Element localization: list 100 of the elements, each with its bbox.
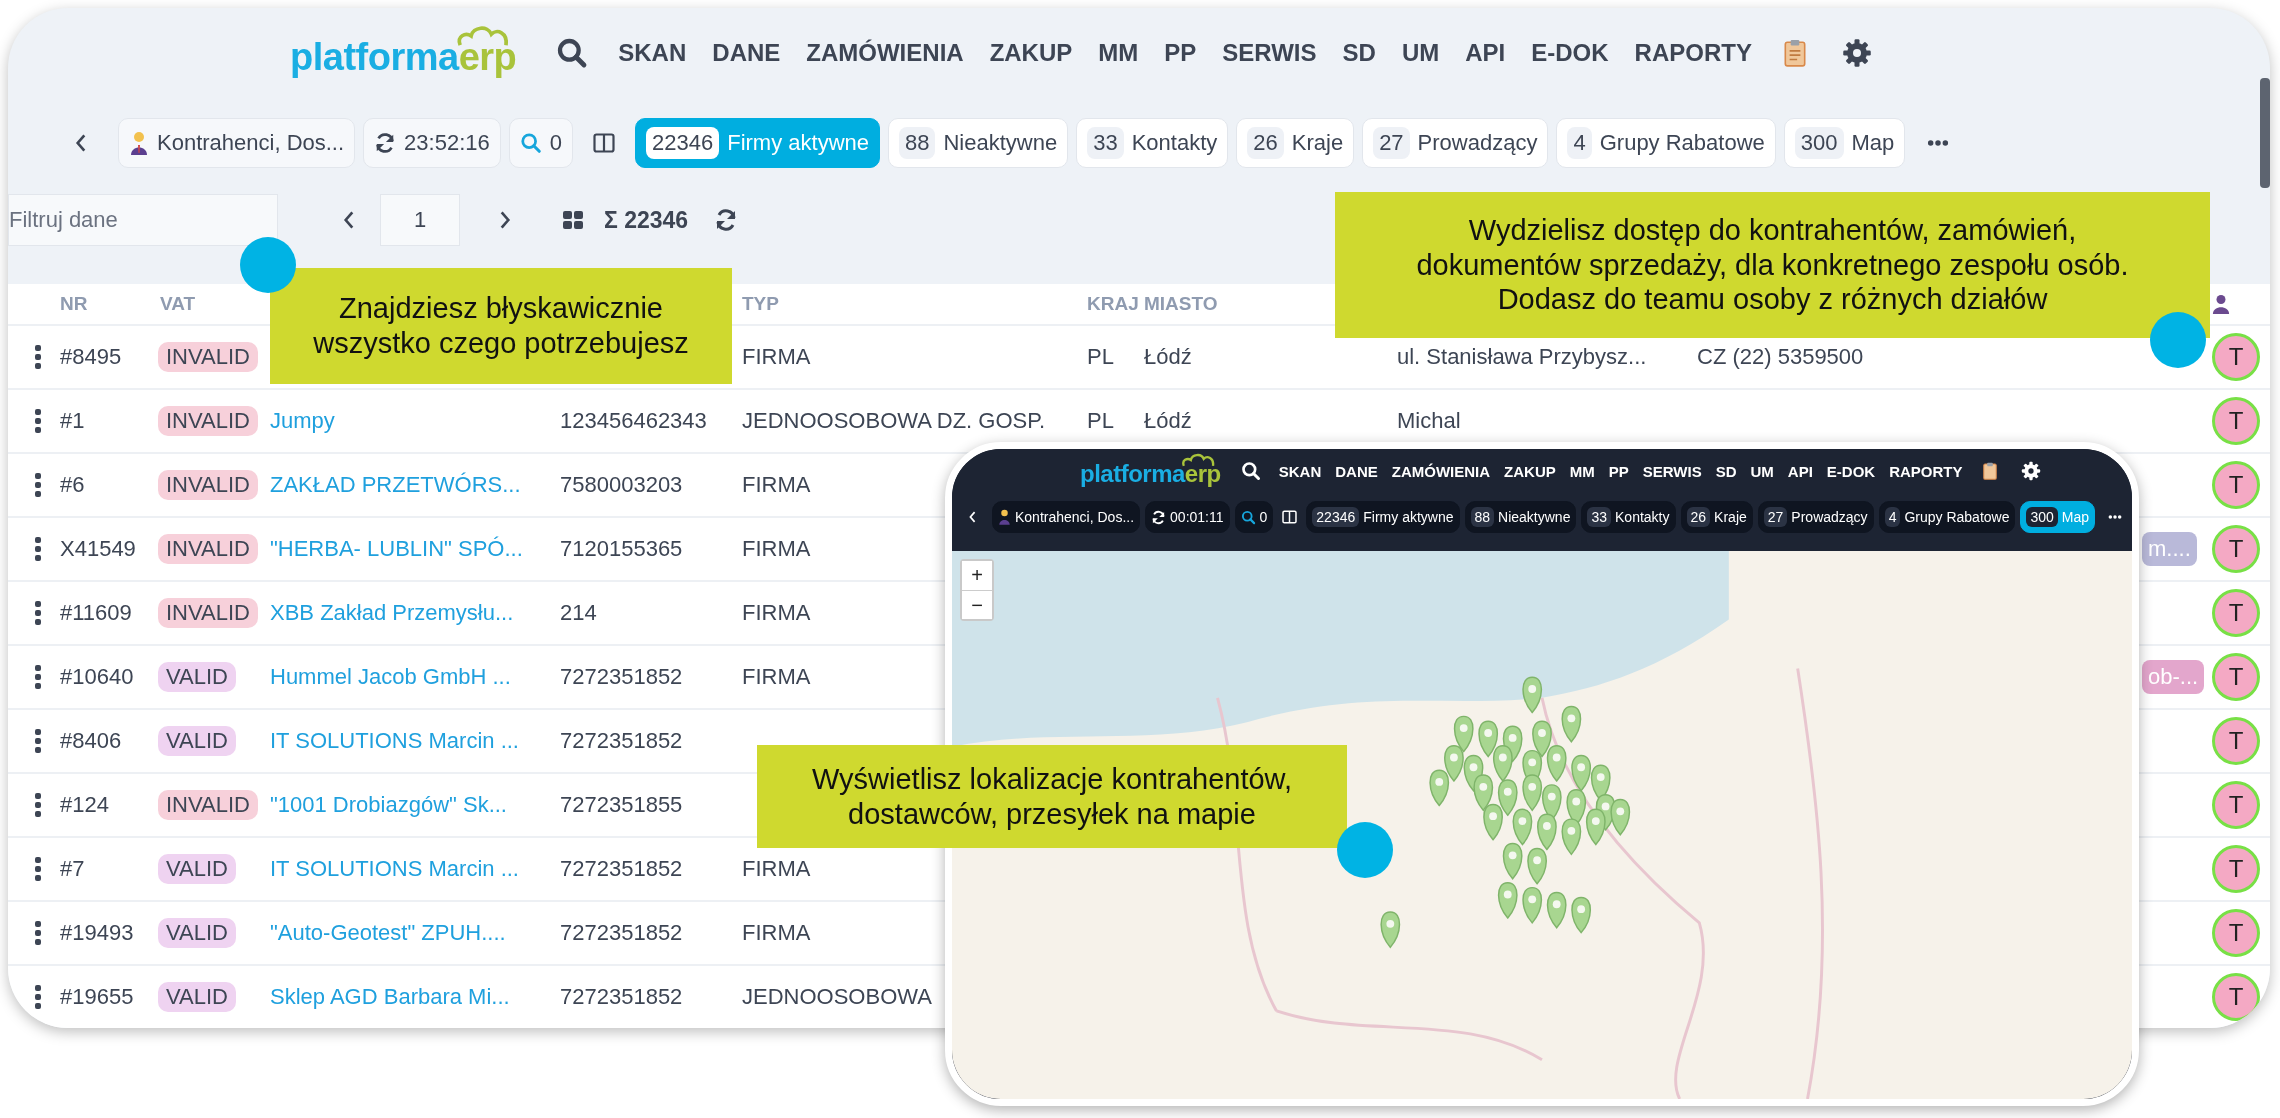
tax-id-cell-text: 7580003203	[559, 472, 683, 498]
tab[interactable]: 33 Kontakty	[1581, 501, 1676, 533]
grid-view-icon[interactable]	[562, 210, 584, 230]
next-page-icon[interactable]	[498, 209, 512, 231]
clipboard-icon[interactable]	[1783, 39, 1806, 67]
nav-menu-item[interactable]: SKAN	[1278, 462, 1322, 480]
tab[interactable]: 22346 Firmy aktywne	[635, 118, 880, 168]
nav-menu-item[interactable]: E-DOK	[1826, 462, 1876, 480]
tab[interactable]: 27 Prowadzący	[1362, 118, 1549, 168]
callout-text: Znajdziesz błyskawicznie wszystko czego potrzebujesz	[270, 268, 732, 384]
back-chevron-icon[interactable]	[74, 132, 88, 154]
vat-status-badge: INVALID	[158, 598, 258, 628]
settings-icon[interactable]	[1841, 38, 1872, 68]
row-menu-icon[interactable]	[35, 409, 41, 433]
tab[interactable]: 88 Nieaktywne	[1464, 501, 1577, 533]
user-avatar[interactable]: T	[2212, 333, 2260, 381]
row-menu-icon[interactable]	[35, 793, 41, 817]
country-cell-text: PL	[1086, 408, 1114, 434]
row-menu-icon[interactable]	[35, 921, 41, 945]
row-menu-icon[interactable]	[35, 729, 41, 753]
search-icon[interactable]	[556, 37, 589, 69]
nav-menu-item[interactable]: API	[1787, 462, 1813, 480]
nav-menu-item[interactable]: SKAN	[618, 39, 687, 67]
user-avatar[interactable]: T	[2212, 717, 2260, 765]
settings-icon[interactable]	[2020, 461, 2041, 481]
user-avatar[interactable]: T	[2212, 525, 2260, 573]
row-menu-icon[interactable]	[35, 345, 41, 369]
refresh-time-button[interactable]: 00:01:11	[1145, 501, 1230, 533]
tab[interactable]: 33 Kontakty	[1076, 118, 1229, 168]
row-menu-icon[interactable]	[35, 665, 41, 689]
tab[interactable]: 300 Map	[2020, 501, 2096, 533]
search-count-button[interactable]: 0	[1234, 501, 1274, 533]
type-cell-text: FIRMA	[741, 536, 811, 562]
scrollbar-thumb[interactable]	[2260, 78, 2270, 188]
nav-menu-item[interactable]: MM	[1098, 39, 1139, 67]
tax-id-cell-text: 214	[559, 600, 597, 626]
nav-menu-item[interactable]: ZAKUP	[1504, 462, 1556, 480]
row-menu-icon[interactable]	[35, 985, 41, 1009]
nav-menu-item[interactable]: PP	[1164, 39, 1197, 67]
tax-id-cell-text: 7272351852	[559, 728, 683, 754]
tab[interactable]: 27 Prowadzący	[1757, 501, 1874, 533]
nav-menu-item[interactable]: RAPORTY	[1634, 39, 1752, 67]
city-cell-text: Łódź	[1143, 344, 1192, 370]
country-cell-text: PL	[1086, 344, 1114, 370]
vat-status-badge: INVALID	[158, 342, 258, 372]
nav-menu-item[interactable]: SERWIS	[1642, 462, 1702, 480]
previous-page-icon[interactable]	[342, 209, 356, 231]
row-menu-icon[interactable]	[35, 537, 41, 561]
nav-menu-item[interactable]: API	[1465, 39, 1506, 67]
user-avatar[interactable]: T	[2212, 781, 2260, 829]
user-avatar[interactable]: T	[2212, 653, 2260, 701]
nav-menu-item[interactable]: DANE	[1335, 462, 1378, 480]
user-avatar[interactable]: T	[2212, 461, 2260, 509]
tab[interactable]: 26 Kraje	[1236, 118, 1355, 168]
number-cell-text: #1	[59, 408, 85, 434]
page-number-field[interactable]: 1	[380, 194, 460, 246]
street-cell-text: Michal	[1396, 408, 1461, 434]
back-chevron-icon[interactable]	[968, 510, 977, 524]
tab[interactable]: 4 Grupy Rabatowe	[1556, 118, 1776, 168]
columns-icon[interactable]	[593, 133, 615, 153]
search-count-button[interactable]: 0	[508, 118, 573, 168]
nav-menu-item[interactable]: UM	[1750, 462, 1774, 480]
more-icon[interactable]	[1927, 139, 1950, 147]
nav-menu-item[interactable]: E-DOK	[1531, 39, 1609, 67]
nav-menu-item[interactable]: ZAMÓWIENIA	[806, 39, 964, 67]
filter-field[interactable]: Filtruj dane	[8, 194, 278, 246]
user-avatar[interactable]: T	[2212, 589, 2260, 637]
user-avatar[interactable]: T	[2212, 973, 2260, 1021]
tax-id-cell-text: 123456462343	[559, 408, 707, 434]
refresh-time-button[interactable]: 23:52:16	[363, 118, 501, 168]
nav-menu-item[interactable]: RAPORTY	[1889, 462, 1963, 480]
zoom-button[interactable]: −	[962, 590, 992, 619]
user-avatar[interactable]: T	[2212, 397, 2260, 445]
view-selector-button[interactable]: Kontrahenci, Dos...	[992, 501, 1141, 533]
clipboard-icon[interactable]	[1982, 462, 1997, 480]
row-menu-icon[interactable]	[35, 857, 41, 881]
nav-menu-item[interactable]: PP	[1608, 462, 1629, 480]
search-icon[interactable]	[1240, 461, 1261, 481]
logo[interactable]: platformaerp	[1080, 452, 1221, 490]
nav-menu-item[interactable]: DANE	[712, 39, 781, 67]
nav-menu-item[interactable]: SD	[1342, 39, 1376, 67]
nav-menu-item[interactable]: UM	[1401, 39, 1440, 67]
tab[interactable]: 4 Grupy Rabatowe	[1878, 501, 2016, 533]
tab[interactable]: 88 Nieaktywne	[888, 118, 1069, 168]
row-menu-icon[interactable]	[35, 601, 41, 625]
tab[interactable]: 22346 Firmy aktywne	[1306, 501, 1460, 533]
view-selector-button[interactable]: Kontrahenci, Dos...	[118, 118, 356, 168]
nav-menu-item[interactable]: SERWIS	[1222, 39, 1317, 67]
nav-menu-item[interactable]: ZAKUP	[989, 39, 1073, 67]
nav-menu-item[interactable]: ZAMÓWIENIA	[1391, 462, 1491, 480]
user-avatar[interactable]: T	[2212, 845, 2260, 893]
nav-menu-item[interactable]: SD	[1715, 462, 1737, 480]
number-cell-text: #19655	[59, 984, 134, 1010]
user-avatar[interactable]: T	[2212, 909, 2260, 957]
tab[interactable]: 26 Kraje	[1680, 501, 1753, 533]
more-icon[interactable]	[2108, 514, 2123, 520]
row-menu-icon[interactable]	[35, 473, 41, 497]
tab[interactable]: 300 Map	[1783, 118, 1906, 168]
number-cell-text: #11609	[59, 600, 132, 626]
nav-menu-item[interactable]: MM	[1569, 462, 1595, 480]
